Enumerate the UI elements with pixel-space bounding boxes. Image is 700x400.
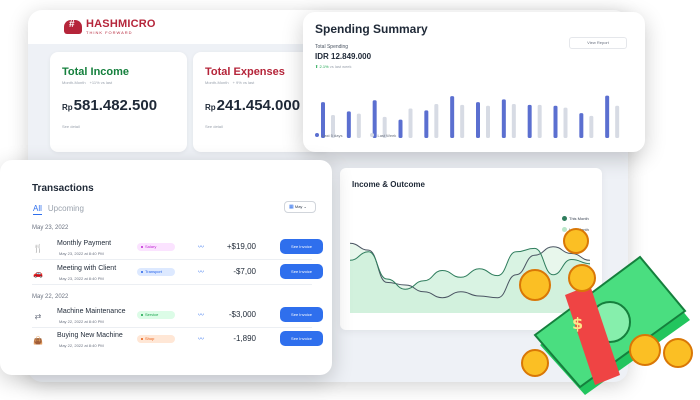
group-date: May 23, 2022 xyxy=(32,225,69,231)
bar-last-5-days xyxy=(450,96,455,138)
transaction-name: Monthly Payment xyxy=(57,240,112,247)
legend-this-month: This Month xyxy=(562,213,589,224)
transaction-amount: -$3,000 xyxy=(228,310,256,319)
category-badge: Transport xyxy=(137,268,175,276)
stat-change: +11% vs last xyxy=(89,80,113,85)
swap-icon: ⇄ xyxy=(34,312,42,321)
bar-last-week xyxy=(615,105,620,138)
transaction-name: Machine Maintenance xyxy=(57,308,126,315)
transaction-amount: -1,890 xyxy=(233,334,256,343)
car-icon: 🚗 xyxy=(33,269,43,278)
transaction-name: Meeting with Client xyxy=(57,265,117,272)
bar-last-5-days xyxy=(398,119,403,138)
bar-last-week xyxy=(511,103,516,138)
category-badge: Salary xyxy=(137,243,175,251)
divider xyxy=(32,259,312,260)
see-invoice-button[interactable]: See Invoice xyxy=(280,264,323,279)
transaction-time: May 22, 2022 at 8:40 PM xyxy=(59,343,104,348)
transaction-time: May 22, 2022 at 8:40 PM xyxy=(59,319,104,324)
transaction-row[interactable]: 🍴 Monthly Payment May 23, 2022 at 8:40 P… xyxy=(32,238,323,260)
trend-icon: 〰 xyxy=(198,313,205,319)
legend-item-previous: Last Week xyxy=(370,133,396,138)
stat-period: Month-Month xyxy=(62,80,86,85)
divider xyxy=(32,284,312,285)
spending-legend: Last 5 days Last Week xyxy=(315,133,396,138)
brand-name: HASHMICRO xyxy=(86,18,156,30)
arrow-up-icon: ⬆ xyxy=(315,64,319,69)
logo-mark-icon xyxy=(64,19,82,34)
spending-change: ⬆ 2.1% vs last week xyxy=(315,64,352,69)
trend-icon: 〰 xyxy=(198,337,205,343)
tab-upcoming[interactable]: Upcoming xyxy=(48,204,84,215)
see-invoice-button[interactable]: See Invoice xyxy=(280,239,323,254)
transaction-amount: -$7,00 xyxy=(233,267,256,276)
see-detail-link[interactable]: See detail xyxy=(205,124,318,129)
bar-last-5-days xyxy=(605,95,610,138)
stat-value: Rp581.482.500 xyxy=(62,97,158,114)
see-detail-link[interactable]: See detail xyxy=(62,124,175,129)
svg-text:$: $ xyxy=(572,314,583,333)
transaction-row[interactable]: 🚗 Meeting with Client May 23, 2022 at 8:… xyxy=(32,263,323,285)
category-badge: Shop xyxy=(137,335,175,343)
transaction-time: May 23, 2022 at 8:40 PM xyxy=(59,251,104,256)
brand-tagline: THINK FORWARD xyxy=(86,30,133,35)
fork-knife-icon: 🍴 xyxy=(33,244,43,253)
stat-value: Rp241.454.000 xyxy=(205,97,301,114)
bar-last-week xyxy=(460,104,465,138)
bar-last-week xyxy=(563,107,568,138)
trend-icon: 〰 xyxy=(198,245,205,251)
bar-last-5-days xyxy=(424,110,429,138)
stat-title: Total Income xyxy=(62,66,130,78)
bar-last-week xyxy=(434,103,439,138)
bar-last-5-days xyxy=(579,113,584,138)
transaction-time: May 23, 2022 at 8:40 PM xyxy=(59,276,104,281)
bar-last-5-days xyxy=(501,99,506,138)
transaction-row[interactable]: 👜 Buying New Machine May 22, 2022 at 8:4… xyxy=(32,330,323,352)
money-illustration: $ xyxy=(519,228,693,395)
calendar-icon: ▦ xyxy=(289,204,294,210)
bar-last-5-days xyxy=(553,105,558,138)
bar-last-week xyxy=(589,115,594,138)
divider xyxy=(32,327,312,328)
stat-period: Month-Month xyxy=(205,80,229,85)
spending-bar-chart xyxy=(321,95,620,138)
transaction-row[interactable]: ⇄ Machine Maintenance May 22, 2022 at 8:… xyxy=(32,306,323,328)
transaction-name: Buying New Machine xyxy=(57,332,123,339)
trend-icon: 〰 xyxy=(198,270,205,276)
bar-last-week xyxy=(486,105,490,138)
see-invoice-button[interactable]: See Invoice xyxy=(280,331,323,346)
chevron-down-icon: ⌄ xyxy=(303,204,307,209)
stat-change: + 9% vs last xyxy=(232,80,255,85)
bag-icon: 👜 xyxy=(33,336,43,345)
month-filter-dropdown[interactable]: ▦ May ⌄ xyxy=(284,201,316,213)
total-income-card: Total Income Month-Month +11% vs last Rp… xyxy=(50,52,187,152)
spending-title: Spending Summary xyxy=(315,22,428,36)
total-spending-amount: IDR 12.849.000 xyxy=(315,52,372,61)
transaction-amount: +$19,00 xyxy=(226,242,256,251)
group-date: May 22, 2022 xyxy=(32,294,69,300)
category-badge: Service xyxy=(137,311,175,319)
see-invoice-button[interactable]: See Invoice xyxy=(280,307,323,322)
brand-logo[interactable]: HASHMICRO THINK FORWARD xyxy=(64,19,156,35)
transactions-card: Transactions All Upcoming ▦ May ⌄ May 23… xyxy=(0,160,332,375)
bar-last-5-days xyxy=(527,104,532,138)
transactions-title: Transactions xyxy=(32,183,94,194)
spending-summary-card: Spending Summary Total Spending IDR 12.8… xyxy=(303,12,645,152)
view-report-button[interactable]: View Report xyxy=(569,37,627,49)
bar-last-week xyxy=(537,104,542,138)
bar-last-week xyxy=(408,108,413,138)
tab-all[interactable]: All xyxy=(33,204,42,215)
transaction-tabs: All Upcoming xyxy=(33,204,84,215)
stat-title: Total Expenses xyxy=(205,66,285,78)
legend-item-current: Last 5 days xyxy=(315,133,342,138)
bar-last-5-days xyxy=(476,102,480,138)
